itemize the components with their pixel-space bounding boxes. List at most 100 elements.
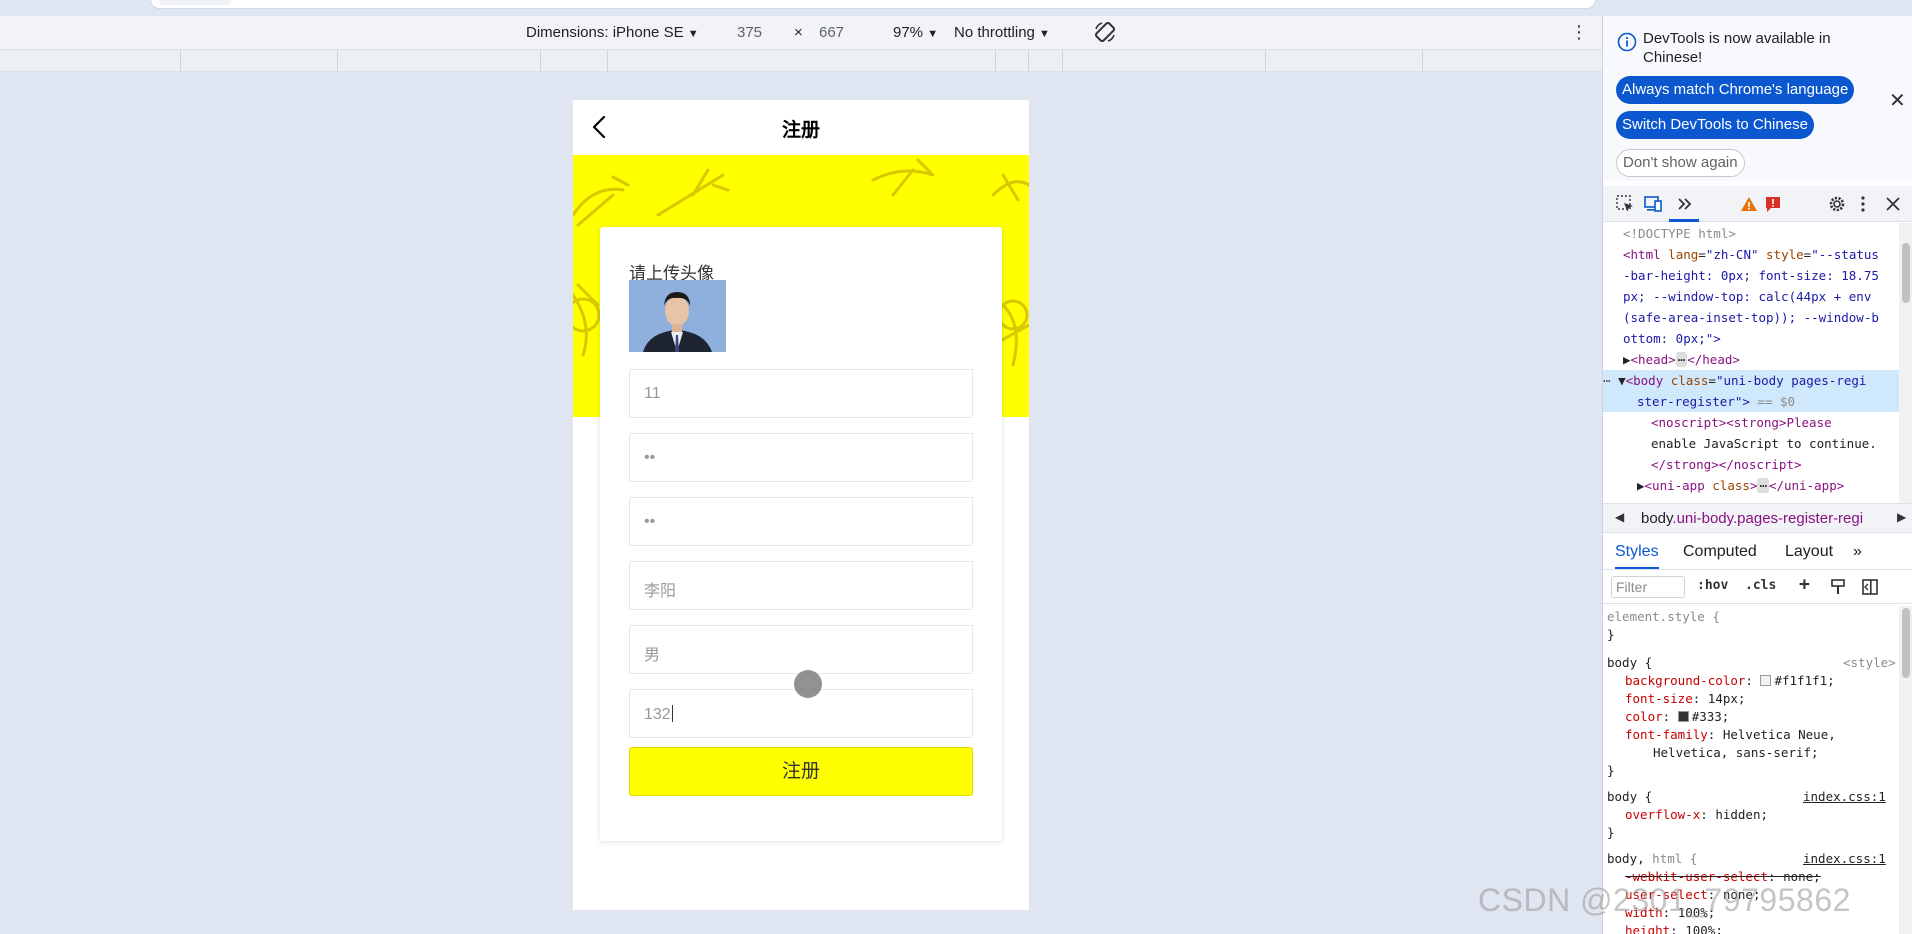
- language-infobar: DevTools is now available in Chinese! ✕ …: [1603, 16, 1912, 181]
- body-rule-selector[interactable]: body {: [1607, 654, 1652, 672]
- body-rule-selector[interactable]: body {: [1607, 788, 1652, 806]
- collapse-triangle-icon[interactable]: ▼: [1618, 373, 1626, 388]
- more-tabs-icon[interactable]: »: [1853, 543, 1862, 561]
- tab-styles[interactable]: Styles: [1615, 543, 1659, 569]
- password-input[interactable]: ••: [629, 433, 973, 482]
- rule-close: }: [1607, 825, 1615, 840]
- caret-down-icon: ▼: [927, 28, 939, 40]
- css-declaration[interactable]: height: 100%;: [1625, 922, 1723, 934]
- close-devtools-icon[interactable]: [1883, 194, 1903, 214]
- touch-cursor: [794, 670, 822, 698]
- html-style-line: (safe-area-inset-top)); --window-b: [1623, 310, 1879, 325]
- styles-filter-row: Filter :hov .cls +: [1603, 570, 1912, 604]
- tab-layout[interactable]: Layout: [1785, 543, 1833, 561]
- height-input[interactable]: 667: [819, 24, 844, 41]
- caret-down-icon: ▼: [687, 28, 699, 40]
- mobile-viewport: 注册 请上传头像 11 •• •• 李阳 男 132 注册: [573, 100, 1029, 910]
- rule-close: }: [1607, 763, 1615, 778]
- more-panels-icon[interactable]: [1675, 194, 1695, 214]
- noscript-node[interactable]: <noscript><strong>Please: [1651, 412, 1832, 433]
- switch-to-chinese-button[interactable]: Switch DevTools to Chinese: [1616, 111, 1814, 139]
- issues-icon[interactable]: [1763, 194, 1783, 214]
- styles-scrollbar[interactable]: [1899, 606, 1912, 934]
- phone-value-text: 132: [644, 706, 671, 723]
- styles-tabbar: Styles Computed Layout »: [1603, 534, 1912, 570]
- html-style-line: -bar-height: 0px; font-size: 18.75: [1623, 268, 1879, 283]
- devtools-tabbar: [1603, 186, 1912, 222]
- html-style-line: ottom: 0px;">: [1623, 331, 1721, 346]
- infobar-message: DevTools is now available in Chinese!: [1643, 30, 1831, 66]
- zoom-select[interactable]: 97% ▼: [893, 24, 938, 41]
- info-icon: [1617, 32, 1637, 52]
- elements-scrollbar[interactable]: [1899, 223, 1912, 503]
- name-input[interactable]: 李阳: [629, 561, 973, 610]
- expand-triangle-icon[interactable]: ▶: [1637, 478, 1645, 493]
- gender-input[interactable]: 男: [629, 625, 973, 674]
- match-language-button[interactable]: Always match Chrome's language: [1616, 76, 1855, 104]
- css-declaration[interactable]: background-color: #f1f1f1;: [1625, 672, 1835, 690]
- device-toolbar: Dimensions: iPhone SE ▼ 375 × 667 97% ▼ …: [0, 16, 1602, 50]
- paint-brush-icon[interactable]: [1829, 578, 1847, 596]
- element-style-rule[interactable]: element.style {: [1607, 608, 1720, 626]
- rule-source[interactable]: <style>: [1843, 654, 1896, 672]
- breadcrumb-right-icon[interactable]: ▶: [1897, 510, 1907, 524]
- collapsed-ellipsis-icon[interactable]: ⋯: [1757, 478, 1769, 493]
- css-declaration[interactable]: font-size: 14px;: [1625, 690, 1745, 708]
- confirm-password-value: ••: [644, 513, 656, 530]
- page-title: 注册: [781, 120, 820, 141]
- settings-gear-icon[interactable]: [1827, 194, 1847, 214]
- browser-top-strip: [0, 0, 1602, 16]
- css-declaration[interactable]: color: #333;: [1625, 708, 1729, 726]
- color-swatch-icon[interactable]: [1760, 675, 1772, 686]
- elements-tree: <!DOCTYPE html> <html lang="zh-CN" style…: [1603, 223, 1899, 503]
- username-value: 11: [644, 385, 661, 402]
- tab-computed[interactable]: Computed: [1683, 543, 1757, 561]
- css-declaration[interactable]: font-family: Helvetica Neue,: [1625, 726, 1836, 744]
- warning-icon[interactable]: [1739, 194, 1759, 214]
- add-rule-icon[interactable]: +: [1799, 574, 1810, 595]
- register-button[interactable]: 注册: [629, 747, 973, 796]
- body-node[interactable]: ⋯ ▼<body class="uni-body pages-regi: [1603, 370, 1899, 391]
- gender-value: 男: [644, 647, 661, 664]
- node-actions-icon[interactable]: ⋯: [1603, 373, 1611, 388]
- more-options-icon[interactable]: ⋮: [1570, 22, 1588, 43]
- kebab-menu-icon[interactable]: [1853, 194, 1873, 214]
- phone-value: 132: [644, 705, 673, 724]
- throttling-label: No throttling: [954, 24, 1035, 41]
- username-input[interactable]: 11: [629, 369, 973, 418]
- confirm-password-input[interactable]: ••: [629, 497, 973, 546]
- doctype-node[interactable]: <!DOCTYPE html>: [1623, 223, 1736, 244]
- device-toggle-icon[interactable]: [1643, 194, 1663, 214]
- inspect-element-icon[interactable]: [1615, 194, 1635, 214]
- media-query-ruler: [0, 50, 1602, 72]
- css-declaration[interactable]: overflow-x: hidden;: [1625, 806, 1768, 824]
- rotate-icon[interactable]: [1093, 20, 1117, 44]
- breadcrumb-item[interactable]: body.uni-body.pages-register-regi: [1641, 510, 1863, 527]
- body-node-cont: ster-register"> == $0: [1603, 391, 1899, 412]
- body-html-rule-selector[interactable]: body, html {: [1607, 850, 1697, 868]
- color-swatch-icon[interactable]: [1677, 711, 1689, 722]
- collapsed-ellipsis-icon[interactable]: ⋯: [1675, 352, 1688, 367]
- class-toggle[interactable]: .cls: [1745, 578, 1776, 593]
- close-icon[interactable]: ✕: [1889, 88, 1906, 113]
- watermark: CSDN @2301_79795862: [1478, 882, 1851, 918]
- sidebar-toggle-icon[interactable]: [1861, 578, 1879, 596]
- uniapp-node[interactable]: ▶<uni-app class> ⋯ </uni-app>: [1637, 475, 1844, 496]
- address-bar[interactable]: [150, 0, 1596, 9]
- head-node[interactable]: ▶<head> ⋯ </head>: [1623, 349, 1740, 370]
- width-input[interactable]: 375: [737, 24, 762, 41]
- expand-triangle-icon[interactable]: ▶: [1623, 352, 1631, 367]
- dimensions-label: Dimensions: iPhone SE: [526, 24, 684, 41]
- throttling-select[interactable]: No throttling ▼: [954, 24, 1050, 41]
- dom-breadcrumb: ◀ body.uni-body.pages-register-regi ▶: [1603, 503, 1912, 533]
- avatar-image[interactable]: [629, 280, 726, 352]
- breadcrumb-left-icon[interactable]: ◀: [1615, 510, 1624, 524]
- html-node[interactable]: <html lang="zh-CN" style="--status: [1623, 244, 1879, 265]
- dont-show-again-button[interactable]: Don't show again: [1616, 149, 1745, 177]
- hover-state-toggle[interactable]: :hov: [1697, 578, 1728, 593]
- rule-source-link[interactable]: index.css:1: [1803, 850, 1886, 868]
- css-declaration-cont: Helvetica, sans-serif;: [1653, 745, 1819, 760]
- device-dimensions-select[interactable]: Dimensions: iPhone SE ▼: [526, 24, 699, 41]
- rule-source-link[interactable]: index.css:1: [1803, 788, 1886, 806]
- styles-filter-input[interactable]: Filter: [1611, 576, 1685, 598]
